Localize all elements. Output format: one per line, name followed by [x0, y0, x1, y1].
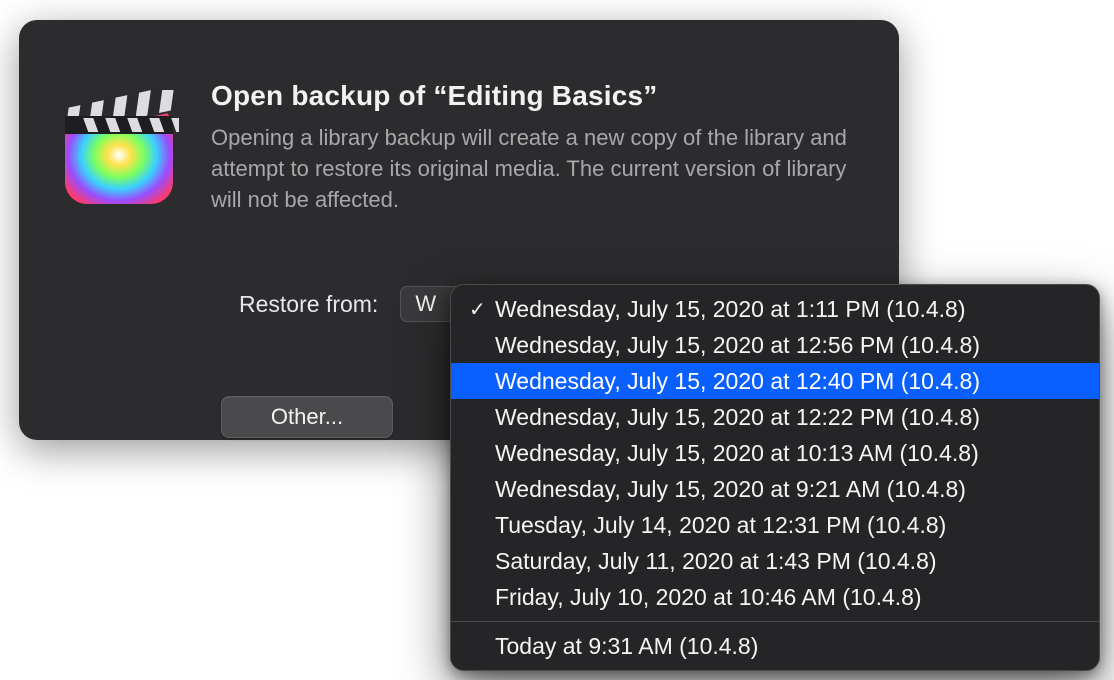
menu-item[interactable]: Today at 9:31 AM (10.4.8) [451, 628, 1099, 664]
menu-item[interactable]: Wednesday, July 15, 2020 at 12:22 PM (10… [451, 399, 1099, 435]
menu-item-label: Today at 9:31 AM (10.4.8) [495, 633, 1081, 660]
other-button-label: Other... [271, 404, 343, 430]
restore-from-selected-preview: W [415, 291, 436, 317]
menu-item-label: Wednesday, July 15, 2020 at 12:40 PM (10… [495, 368, 1081, 395]
menu-separator [451, 621, 1099, 622]
menu-item-label: Wednesday, July 15, 2020 at 9:21 AM (10.… [495, 476, 1081, 503]
dialog-subtitle: Opening a library backup will create a n… [211, 122, 859, 216]
menu-item[interactable]: Saturday, July 11, 2020 at 1:43 PM (10.4… [451, 543, 1099, 579]
menu-item-label: Wednesday, July 15, 2020 at 12:56 PM (10… [495, 332, 1081, 359]
menu-item[interactable]: Wednesday, July 15, 2020 at 12:56 PM (10… [451, 327, 1099, 363]
menu-item[interactable]: Wednesday, July 15, 2020 at 12:40 PM (10… [451, 363, 1099, 399]
menu-item-label: Wednesday, July 15, 2020 at 10:13 AM (10… [495, 440, 1081, 467]
menu-item-label: Saturday, July 11, 2020 at 1:43 PM (10.4… [495, 548, 1081, 575]
menu-item-label: Friday, July 10, 2020 at 10:46 AM (10.4.… [495, 584, 1081, 611]
menu-item-label: Wednesday, July 15, 2020 at 12:22 PM (10… [495, 404, 1081, 431]
restore-from-label: Restore from: [239, 291, 378, 318]
menu-item[interactable]: Friday, July 10, 2020 at 10:46 AM (10.4.… [451, 579, 1099, 615]
menu-item[interactable]: Tuesday, July 14, 2020 at 12:31 PM (10.4… [451, 507, 1099, 543]
checkmark-icon: ✓ [469, 297, 495, 322]
other-button[interactable]: Other... [221, 396, 393, 438]
menu-item[interactable]: Wednesday, July 15, 2020 at 9:21 AM (10.… [451, 471, 1099, 507]
menu-item-label: Tuesday, July 14, 2020 at 12:31 PM (10.4… [495, 512, 1081, 539]
final-cut-pro-icon [59, 90, 171, 202]
restore-from-menu: ✓Wednesday, July 15, 2020 at 1:11 PM (10… [450, 284, 1100, 671]
menu-item-label: Wednesday, July 15, 2020 at 1:11 PM (10.… [495, 296, 1081, 323]
menu-item[interactable]: ✓Wednesday, July 15, 2020 at 1:11 PM (10… [451, 291, 1099, 327]
menu-item[interactable]: Wednesday, July 15, 2020 at 10:13 AM (10… [451, 435, 1099, 471]
dialog-title: Open backup of “Editing Basics” [211, 80, 859, 112]
